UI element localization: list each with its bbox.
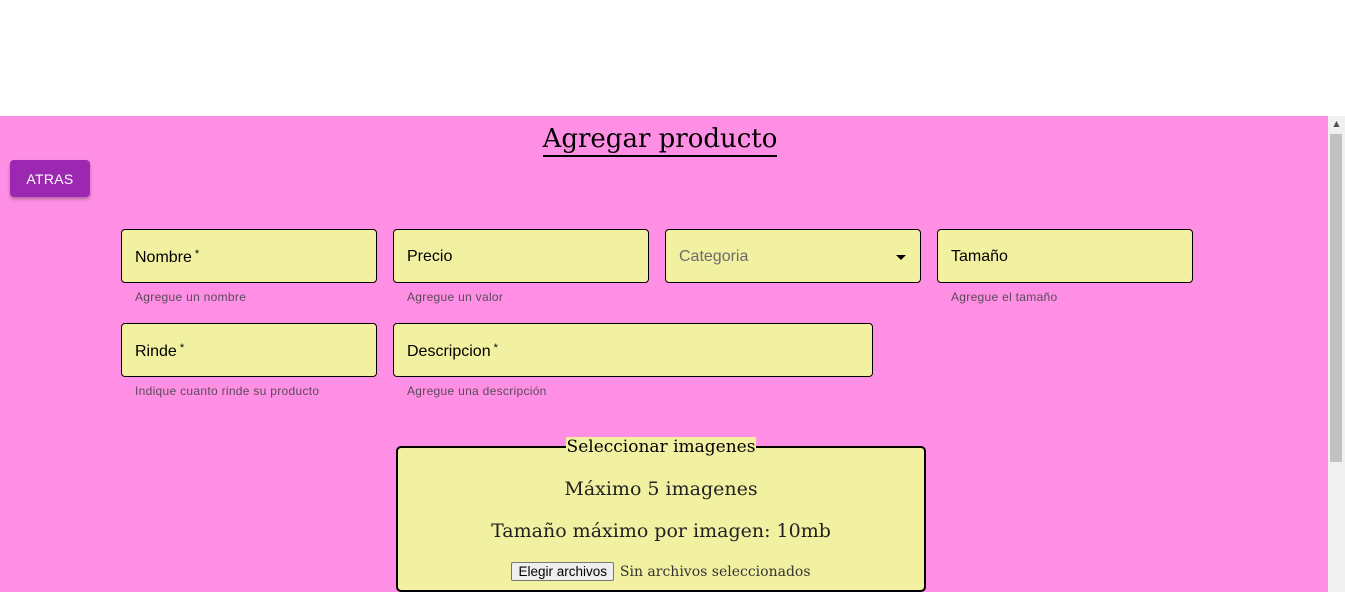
scroll-up-arrow-icon[interactable]: ▲ xyxy=(1328,116,1345,132)
file-status-text: Sin archivos seleccionados xyxy=(619,564,811,580)
file-input: Elegir archivos Sin archivos seleccionad… xyxy=(398,562,924,581)
precio-field[interactable]: Precio xyxy=(393,229,649,283)
categoria-placeholder: Categoria xyxy=(679,248,749,265)
scroll-thumb[interactable] xyxy=(1330,134,1342,462)
required-mark: * xyxy=(179,342,185,354)
max-size-text: Tamaño máximo por imagen: 10mb xyxy=(491,520,831,542)
image-upload-box: Seleccionar imagenes Máximo 5 imagenes T… xyxy=(396,437,926,592)
nombre-helper-text: Agregue un nombre xyxy=(135,290,247,304)
page-title: Agregar producto xyxy=(0,124,1320,157)
back-button[interactable]: ATRAS xyxy=(10,160,90,197)
nombre-field[interactable]: Nombre * xyxy=(121,229,377,283)
tamano-field[interactable]: Tamaño xyxy=(937,229,1193,283)
rinde-label: Rinde * xyxy=(135,342,185,360)
required-mark: * xyxy=(194,248,200,260)
page-title-text: Agregar producto xyxy=(542,124,778,157)
vertical-scrollbar[interactable]: ▲ xyxy=(1328,116,1345,592)
tamano-label: Tamaño xyxy=(951,248,1008,265)
categoria-select[interactable]: Categoria xyxy=(665,229,921,283)
max-images-text: Máximo 5 imagenes xyxy=(564,478,758,500)
descripcion-label: Descripcion * xyxy=(407,342,498,360)
nombre-label: Nombre * xyxy=(135,248,200,266)
tamano-helper-text: Agregue el tamaño xyxy=(951,290,1058,304)
choose-files-button[interactable]: Elegir archivos xyxy=(511,562,614,581)
top-blank-area xyxy=(0,0,1345,116)
main-content: Agregar producto ATRAS Nombre * Agregue u… xyxy=(0,116,1328,592)
required-mark: * xyxy=(493,342,498,354)
precio-label: Precio xyxy=(407,248,453,265)
descripcion-field[interactable]: Descripcion * xyxy=(393,323,873,377)
dropdown-caret-icon xyxy=(896,255,906,260)
precio-helper-text: Agregue un valor xyxy=(407,290,504,304)
image-upload-legend: Seleccionar imagenes xyxy=(565,437,757,457)
descripcion-helper-text: Agregue una descripción xyxy=(407,384,547,398)
rinde-helper-text: Indique cuanto rinde su producto xyxy=(135,384,320,398)
rinde-field[interactable]: Rinde * xyxy=(121,323,377,377)
